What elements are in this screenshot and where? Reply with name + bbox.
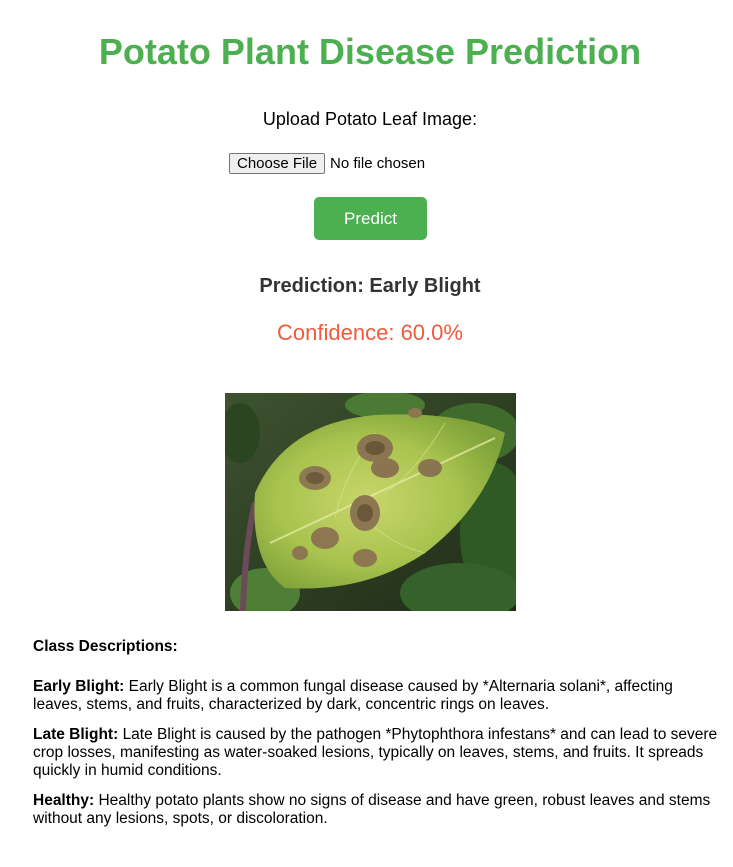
description-healthy: Healthy: Healthy potato plants show no s…: [33, 792, 723, 828]
upload-label: Upload Potato Leaf Image:: [262, 109, 478, 129]
predict-button[interactable]: Predict: [314, 197, 427, 240]
prediction-result: Prediction: Early Blight: [259, 275, 481, 297]
leaf-photo-icon: [225, 393, 516, 611]
class-text: Late Blight is caused by the pathogen *P…: [33, 726, 718, 779]
class-descriptions: Class Descriptions: Early Blight: Early …: [33, 638, 723, 840]
uploaded-leaf-image: [225, 393, 516, 611]
confidence-result: Confidence: 60.0%: [277, 320, 463, 345]
page-title: Potato Plant Disease Prediction: [98, 31, 642, 72]
description-early-blight: Early Blight: Early Blight is a common f…: [33, 678, 723, 714]
choose-file-button[interactable]: Choose File: [229, 152, 326, 174]
file-input[interactable]: Choose File No file chosen: [229, 152, 425, 174]
description-late-blight: Late Blight: Late Blight is caused by th…: [33, 726, 723, 780]
class-text: Healthy potato plants show no signs of d…: [33, 792, 711, 827]
class-name: Early Blight:: [33, 678, 125, 695]
file-status-text: No file chosen: [330, 154, 426, 172]
descriptions-heading: Class Descriptions:: [33, 638, 178, 655]
class-text: Early Blight is a common fungal disease …: [33, 678, 673, 713]
class-name: Late Blight:: [33, 726, 119, 743]
class-name: Healthy:: [33, 792, 95, 809]
